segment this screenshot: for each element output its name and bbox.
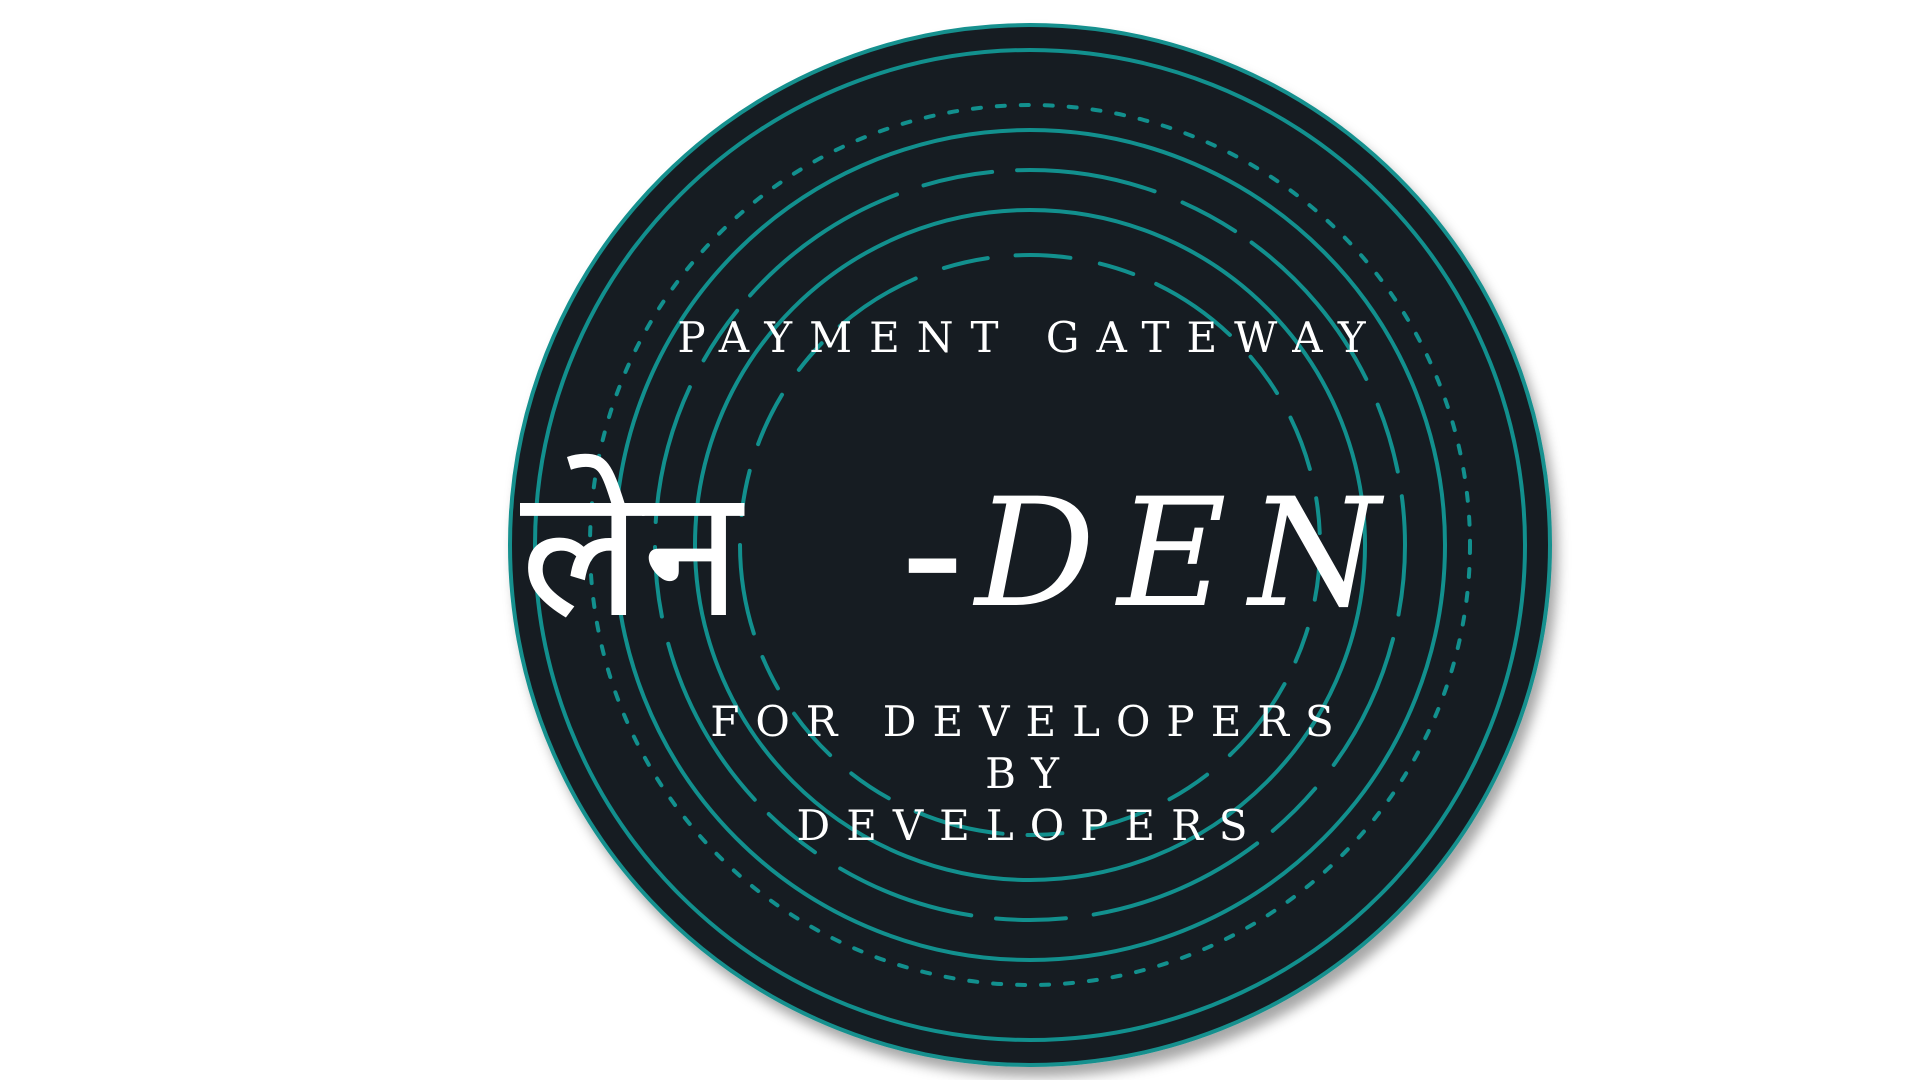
payment-gateway-badge-logo: PAYMENT GATEWAY लेन - DEN FOR DEVELOPERS… [508, 23, 1552, 1067]
brand-wordmark: लेन - DEN [520, 449, 1402, 658]
brand-devanagari-text: लेन [520, 449, 745, 658]
tagline-for-developers: FOR DEVELOPERS [710, 697, 1350, 746]
brand-latin-text: DEN [972, 467, 1402, 641]
tagline-payment-gateway: PAYMENT GATEWAY [677, 313, 1382, 362]
logo-canvas: PAYMENT GATEWAY लेन - DEN FOR DEVELOPERS… [0, 0, 1920, 1080]
tagline-developers: DEVELOPERS [797, 801, 1264, 850]
brand-dash: - [900, 449, 965, 658]
tagline-by: BY [985, 749, 1075, 798]
